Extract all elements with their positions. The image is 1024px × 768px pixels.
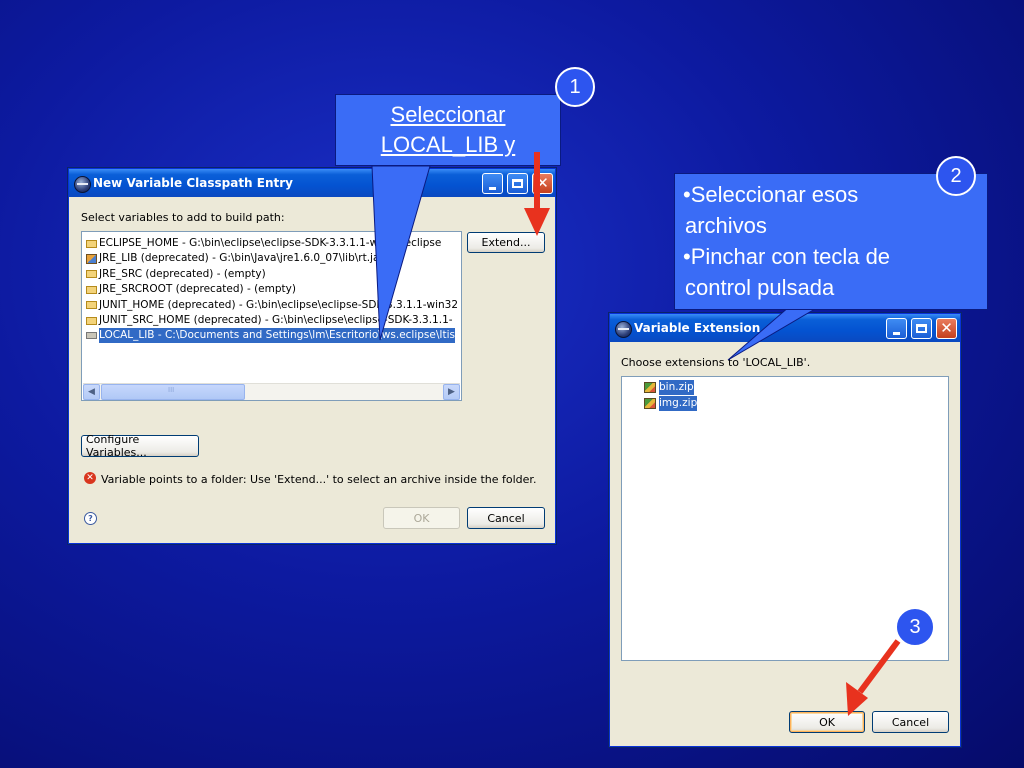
dialog1-titlebar[interactable]: New Variable Classpath Entry ✕ [69, 169, 555, 197]
maximize-button[interactable] [507, 173, 528, 194]
variable-row[interactable]: LOCAL_LIB - C:\Documents and Settings\lm… [86, 328, 456, 344]
maximize-icon [512, 179, 523, 188]
file-row-label: bin.zip [659, 380, 694, 395]
scroll-right-button[interactable]: ▶ [443, 384, 460, 400]
callout2-bullet2-line2: control pulsada [685, 275, 835, 300]
folder-icon [86, 270, 97, 279]
zip-file-icon [644, 382, 656, 393]
ok-button[interactable]: OK [789, 711, 865, 733]
variable-row-label: JUNIT_SRC_HOME (deprecated) - G:\bin\ecl… [99, 314, 453, 326]
step1-badge: 1 [555, 67, 595, 107]
cancel-button[interactable]: Cancel [467, 507, 545, 529]
eclipse-app-icon [74, 176, 91, 193]
variable-extension-dialog: Variable Extension ✕ Choose extensions t… [609, 313, 961, 747]
variable-row[interactable]: JRE_LIB (deprecated) - G:\bin\Java\jre1.… [86, 251, 384, 266]
eclipse-app-icon [615, 321, 632, 338]
folder-icon [86, 239, 97, 248]
dialog2-title: Variable Extension [634, 321, 761, 335]
new-variable-classpath-dialog: New Variable Classpath Entry ✕ Select va… [68, 168, 556, 544]
cancel-button[interactable]: Cancel [872, 711, 949, 733]
close-button[interactable]: ✕ [936, 318, 957, 339]
select-variables-label: Select variables to add to build path: [81, 211, 285, 224]
variable-row-label: LOCAL_LIB - C:\Documents and Settings\lm… [99, 328, 456, 344]
scroll-left-button[interactable]: ◀ [83, 384, 100, 400]
help-icon[interactable]: ? [84, 512, 97, 525]
choose-extensions-label: Choose extensions to 'LOCAL_LIB'. [621, 356, 811, 369]
variable-row[interactable]: JRE_SRC (deprecated) - (empty) [86, 267, 266, 282]
close-icon: ✕ [940, 319, 953, 337]
callout-step1: Seleccionar LOCAL_LIB y [335, 94, 561, 166]
minimize-icon [489, 186, 496, 190]
configure-variables-button[interactable]: Configure Variables... [81, 433, 199, 459]
variable-row-label: JUNIT_HOME (deprecated) - G:\bin\eclipse… [99, 298, 459, 311]
variable-row[interactable]: ECLIPSE_HOME - G:\bin\eclipse\eclipse-SD… [86, 236, 441, 251]
file-row-label: img.zip [659, 396, 698, 411]
file-row[interactable]: bin.zip [644, 380, 694, 395]
callout-step2: •Seleccionar esos archivos •Pinchar con … [674, 173, 988, 310]
scroll-thumb[interactable]: III [101, 384, 245, 400]
variable-row-label: JRE_SRCROOT (deprecated) - (empty) [99, 283, 296, 296]
step3-badge: 3 [895, 607, 935, 647]
callout1-line2: LOCAL_LIB y [380, 132, 516, 157]
maximize-button[interactable] [911, 318, 932, 339]
variable-row-label: JRE_SRC (deprecated) - (empty) [99, 267, 266, 280]
minimize-button[interactable] [886, 318, 907, 339]
close-icon: ✕ [536, 174, 549, 192]
variables-list[interactable]: ECLIPSE_HOME - G:\bin\eclipse\eclipse-SD… [81, 231, 462, 401]
minimize-button[interactable] [482, 173, 503, 194]
folder-icon [86, 332, 97, 340]
close-button[interactable]: ✕ [532, 173, 553, 194]
dialog1-title: New Variable Classpath Entry [93, 176, 293, 190]
dialog2-titlebar[interactable]: Variable Extension ✕ [610, 314, 960, 342]
minimize-icon [893, 331, 900, 335]
callout2-bullet1-line2: archivos [685, 213, 767, 238]
variable-row-label: JRE_LIB (deprecated) - G:\bin\Java\jre1.… [99, 252, 384, 265]
folder-icon [86, 285, 97, 294]
horizontal-scrollbar[interactable]: ◀ III ▶ [83, 383, 460, 400]
ok-button[interactable]: OK [383, 507, 460, 529]
variable-row[interactable]: JUNIT_SRC_HOME (deprecated) - G:\bin\ecl… [86, 313, 453, 328]
variable-row[interactable]: JRE_SRCROOT (deprecated) - (empty) [86, 282, 296, 297]
jar-icon [86, 253, 97, 264]
variable-row-label: ECLIPSE_HOME - G:\bin\eclipse\eclipse-SD… [99, 237, 442, 249]
maximize-icon [916, 324, 927, 333]
zip-file-icon [644, 398, 656, 409]
scroll-grip: III [168, 386, 175, 394]
callout2-bullet2-line1: •Pinchar con tecla de [683, 244, 891, 269]
folder-icon [86, 316, 97, 325]
error-icon: ✕ [84, 472, 96, 484]
error-message: Variable points to a folder: Use 'Extend… [101, 473, 537, 486]
callout1-line1: Seleccionar [390, 102, 506, 127]
step2-badge: 2 [936, 156, 976, 196]
extend-button[interactable]: Extend... [467, 232, 545, 253]
file-row[interactable]: img.zip [644, 396, 698, 411]
variable-row[interactable]: JUNIT_HOME (deprecated) - G:\bin\eclipse… [86, 298, 458, 313]
folder-icon [86, 301, 97, 310]
callout2-bullet1-line1: •Seleccionar esos [683, 182, 859, 207]
